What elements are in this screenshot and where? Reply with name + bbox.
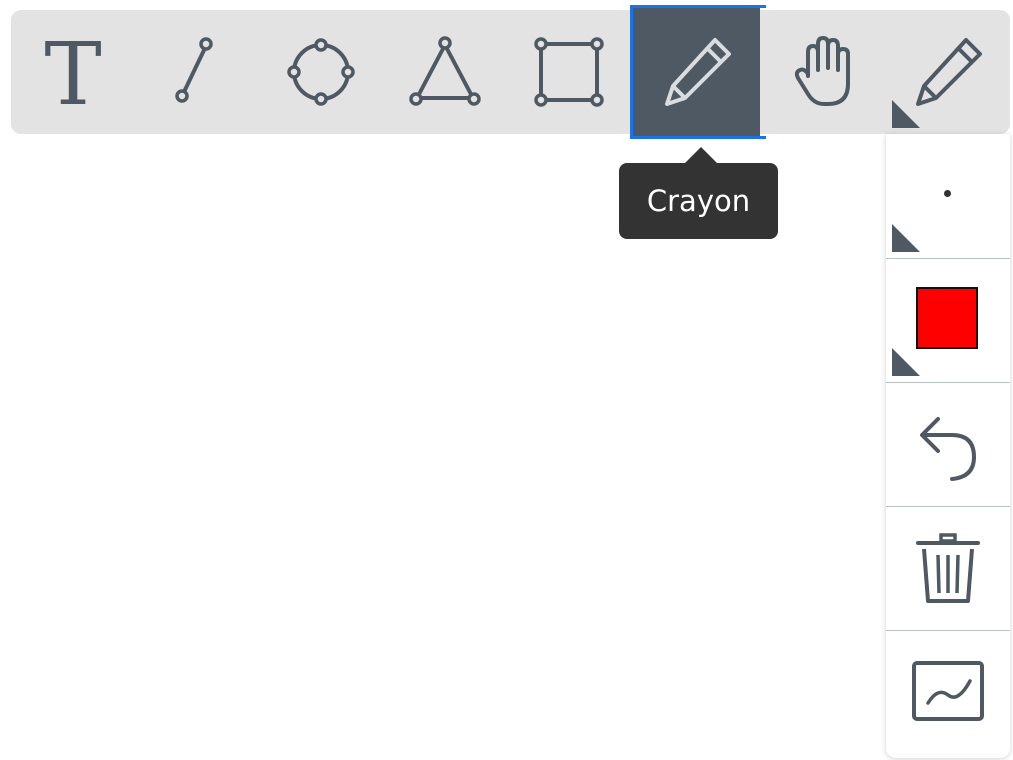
- delete-button[interactable]: [886, 506, 1010, 630]
- tool-tooltip: Crayon: [619, 147, 778, 239]
- undo-button[interactable]: [886, 382, 1010, 506]
- color-swatch: [916, 287, 978, 349]
- pencil-icon: [664, 38, 731, 106]
- text-icon: T: [44, 32, 101, 112]
- chart-icon: [912, 660, 984, 721]
- text-tool-button[interactable]: T: [11, 10, 135, 134]
- rectangle-tool-button[interactable]: [507, 10, 631, 134]
- options-corner-icon: [892, 100, 920, 128]
- tooltip-label: Crayon: [646, 184, 751, 218]
- options-corner-icon: [892, 224, 920, 252]
- line-tool-button[interactable]: [135, 10, 259, 134]
- graph-button[interactable]: [886, 630, 1010, 754]
- line-segment-icon: [175, 37, 213, 103]
- drawing-toolbar: T: [11, 5, 1010, 139]
- triangle-icon: [409, 36, 481, 106]
- stroke-size-button[interactable]: [886, 134, 1010, 258]
- triangle-tool-button[interactable]: [383, 10, 507, 134]
- color-picker-button[interactable]: [886, 258, 1010, 382]
- stroke-size-dot-icon: [944, 190, 951, 197]
- circle-icon: [287, 38, 355, 106]
- pan-tool-button[interactable]: [762, 10, 886, 134]
- tool-options-panel: [886, 134, 1010, 758]
- options-corner-icon: [892, 348, 920, 376]
- crayon-tool-button[interactable]: [630, 5, 766, 139]
- text-tool-glyph: T: [44, 32, 101, 112]
- rectangle-icon: [534, 37, 604, 107]
- undo-icon: [920, 416, 977, 481]
- hand-icon: [794, 36, 850, 106]
- trash-icon: [916, 532, 980, 603]
- pen-tool-button[interactable]: [886, 10, 1010, 134]
- pencil-icon: [916, 38, 982, 106]
- circle-tool-button[interactable]: [259, 10, 383, 134]
